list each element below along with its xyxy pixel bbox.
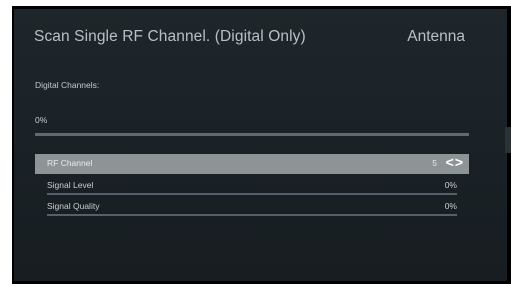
- scan-progress-bar: [35, 133, 469, 136]
- tv-screen: [14, 9, 507, 281]
- signal-quality-row: Signal Quality 0%: [35, 197, 469, 217]
- signal-quality-underline: [47, 214, 457, 216]
- signal-level-label: Signal Level: [47, 180, 94, 190]
- signal-quality-value: 0%: [444, 201, 457, 211]
- signal-level-row: Signal Level 0%: [35, 176, 469, 196]
- rf-channel-label: RF Channel: [47, 158, 93, 168]
- signal-quality-label: Signal Quality: [47, 201, 100, 211]
- rf-channel-value: 5: [432, 158, 437, 168]
- signal-level-value: 0%: [444, 180, 457, 190]
- page-title: Scan Single RF Channel. (Digital Only): [34, 28, 306, 45]
- input-source-label: Antenna: [407, 28, 465, 45]
- scroll-handle: [505, 127, 511, 153]
- scan-progress-text: 0%: [35, 115, 48, 125]
- section-label: Digital Channels:: [35, 80, 100, 90]
- rf-channel-row[interactable]: RF Channel 5 <>: [35, 154, 469, 174]
- left-right-arrows-icon[interactable]: <>: [446, 154, 464, 170]
- signal-level-underline: [47, 193, 457, 195]
